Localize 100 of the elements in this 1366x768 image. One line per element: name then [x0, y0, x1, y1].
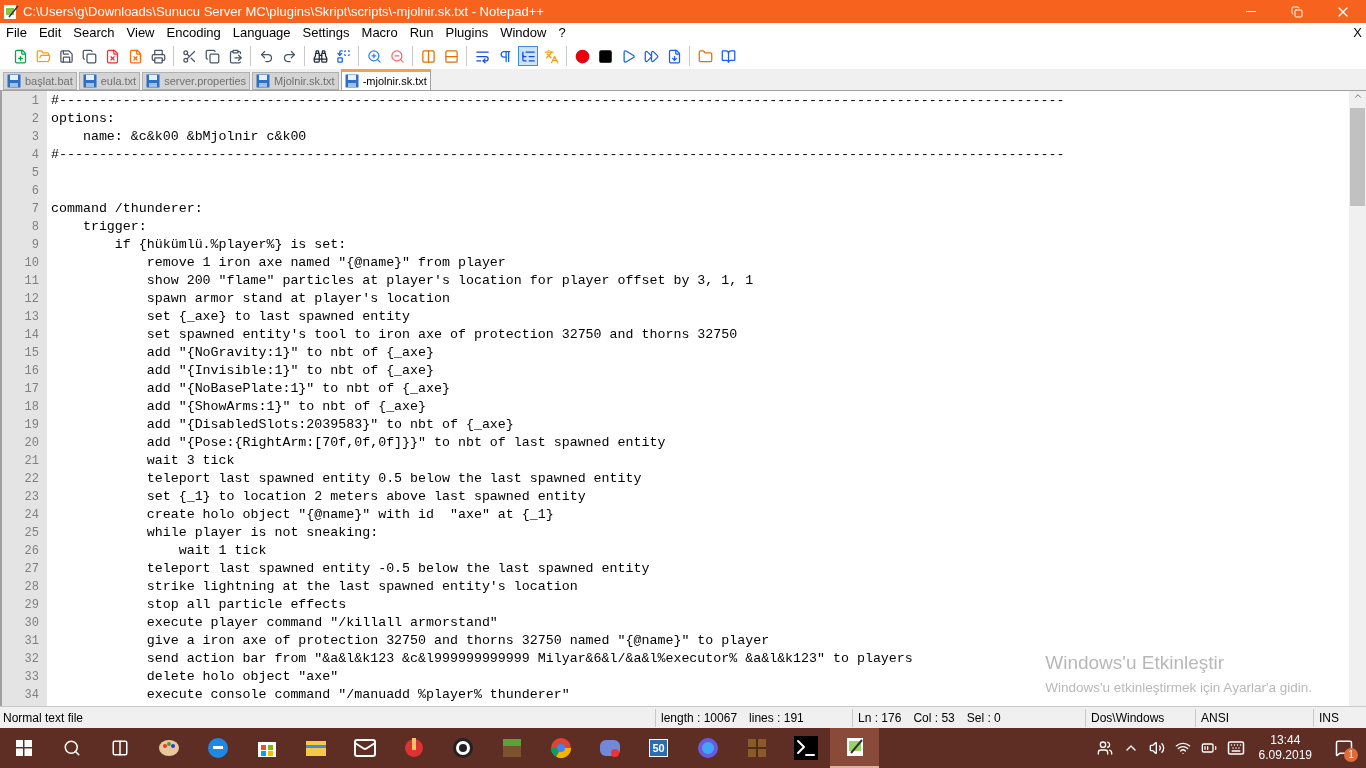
code-line: command /thunderer: [51, 201, 203, 216]
menu-item[interactable]: Edit [32, 23, 68, 43]
code-line: add "{DisabledSlots:2039583}" to nbt of {_axe} [145, 417, 514, 432]
menu-item[interactable]: Search [67, 23, 121, 43]
menu-item[interactable]: Plugins [439, 23, 495, 43]
code-line: if {hükümlü.%player%} is set: [113, 237, 347, 252]
line-number: 29 [23, 597, 40, 614]
code-line: while player is not sneaking: [145, 525, 379, 540]
battery-icon[interactable] [1200, 740, 1217, 756]
terminal-icon [793, 736, 818, 760]
line-number: 33 [23, 669, 40, 686]
code-line: add "{NoBasePlate:1}" to nbt of {_axe} [145, 381, 450, 396]
file-tab[interactable]: eula.txt [78, 72, 141, 90]
clock-date[interactable]: 6.09.2019 [1258, 748, 1312, 763]
code-line: trigger: [81, 219, 147, 234]
line-number: 8 [30, 219, 40, 236]
eol-format: Dos\Windows [1085, 708, 1195, 727]
menu-item[interactable]: Settings [296, 23, 356, 43]
menu-item[interactable]: View [120, 23, 161, 43]
line-number: 26 [23, 543, 40, 560]
notification-badge: 1 [1344, 748, 1358, 762]
menu-item[interactable]: Macro [355, 23, 404, 43]
line-number: 3 [30, 129, 40, 146]
line-number: 20 [23, 435, 40, 452]
taskbar-app[interactable] [830, 728, 879, 768]
encoding-label: ANSI [1195, 708, 1313, 727]
search-icon [63, 739, 81, 757]
orb-icon [695, 736, 720, 760]
menu-item[interactable]: ? [552, 23, 572, 43]
selection-count: Sel : 0 [966, 709, 1001, 727]
vertical-scrollbar[interactable] [1349, 91, 1366, 706]
notepad-icon [3, 3, 19, 20]
line-number: 2 [30, 111, 40, 128]
line-number: 30 [23, 615, 40, 632]
code-line: teleport last spawned entity -0.5 below the last spawned entity [145, 561, 650, 576]
code-line: spawn armor stand at player's location [145, 291, 450, 306]
window-title: C:\Users\g\Downloads\Sunucu Server MC\plugins\Skript\scripts\-mjolnir.sk.txt - Notepad++ [23, 2, 544, 21]
activation-message: Windows'u etkinleştirmek için Ayarlar'a gidin. [1045, 678, 1312, 697]
line-number: 19 [23, 417, 40, 434]
menu-item[interactable]: Language [226, 23, 297, 43]
code-line: set spawned entity's tool to iron axe of protection 32750 and thorns 32750 [145, 327, 738, 342]
line-number: 21 [23, 453, 40, 470]
activation-title: Windows'u Etkinleştir [1045, 651, 1226, 676]
line-number: 22 [23, 471, 40, 488]
line-number: 12 [23, 291, 40, 308]
code-line: strike lightning at the last spawned entity's location [145, 579, 578, 594]
restore-icon [1291, 5, 1303, 18]
wifi-icon[interactable] [1174, 740, 1191, 756]
file-tab[interactable]: -mjolnir.sk.txt [340, 69, 431, 90]
code-line: add "{Invisible:1}" to nbt of {_axe} [145, 363, 434, 378]
clock-time[interactable]: 13:44 [1270, 733, 1301, 748]
code-line: options: [51, 111, 115, 126]
code-line: set {_1} to location 2 meters above last spawned entity [145, 489, 586, 504]
code-line: add "{ShowArms:1}" to nbt of {_axe} [145, 399, 427, 414]
lines-label: lines : 191 [749, 709, 804, 727]
scroll-up-icon[interactable] [1352, 91, 1363, 101]
line-number: 34 [23, 687, 40, 704]
file-tab[interactable]: başlat.bat [3, 72, 77, 90]
floppy-icon [146, 74, 161, 88]
line-number: 28 [23, 579, 40, 596]
indent-guide-icon[interactable] [518, 46, 538, 66]
scrollbar-thumb[interactable] [1350, 108, 1365, 206]
line-number: 11 [23, 273, 40, 290]
app-icon: 50 [649, 738, 668, 758]
floppy-icon [82, 74, 97, 88]
code-line: add "{Pose:{RightArm:[70f,0f,0f]}}" to nbt of last spawned entity [145, 435, 666, 450]
code-line: stop all particle effects [145, 597, 347, 612]
menu-item[interactable]: Encoding [160, 23, 227, 43]
windows-logo-icon [16, 740, 32, 756]
code-line: create holo object "{@name}" with id "axe" at {_1} [145, 507, 554, 522]
line-number: 23 [23, 489, 40, 506]
notification-icon[interactable] [1335, 739, 1353, 757]
menu-item[interactable]: Window [494, 23, 553, 43]
close-document-button[interactable]: X [1353, 23, 1362, 43]
line-number: 25 [23, 525, 40, 542]
mail-icon [352, 736, 377, 760]
code-line: set {_axe} to last spawned entity [145, 309, 411, 324]
line-number: 1 [30, 93, 40, 110]
people-icon[interactable] [1096, 740, 1113, 756]
code-line: #------------------------------------------------------------------------------------------------------------------------------ [51, 93, 1065, 108]
line-number: 31 [23, 633, 40, 650]
menu-item[interactable]: Run [403, 23, 440, 43]
code-line: show 200 "flame" particles at player's location for player offset by 3, 1, 1 [145, 273, 754, 288]
line-position: Ln : 176 [858, 709, 902, 727]
menu-item[interactable]: File [0, 23, 33, 43]
taskbar-app[interactable]: 50 [634, 728, 683, 768]
floppy-icon [256, 74, 271, 88]
line-number: 7 [30, 201, 40, 218]
line-number: 16 [23, 363, 40, 380]
line-number: 27 [23, 561, 40, 578]
line-number: 24 [23, 507, 40, 524]
line-number: 18 [23, 399, 40, 416]
code-line: remove 1 iron axe named "{@name}" from player [145, 255, 506, 270]
line-number: 13 [23, 309, 40, 326]
keyboard-icon[interactable] [1226, 739, 1245, 757]
volume-icon[interactable] [1148, 740, 1165, 756]
line-number: 10 [23, 255, 40, 272]
code-line: wait 1 tick [177, 543, 267, 558]
column-position: Col : 53 [913, 709, 955, 727]
code-line: wait 3 tick [145, 453, 235, 468]
